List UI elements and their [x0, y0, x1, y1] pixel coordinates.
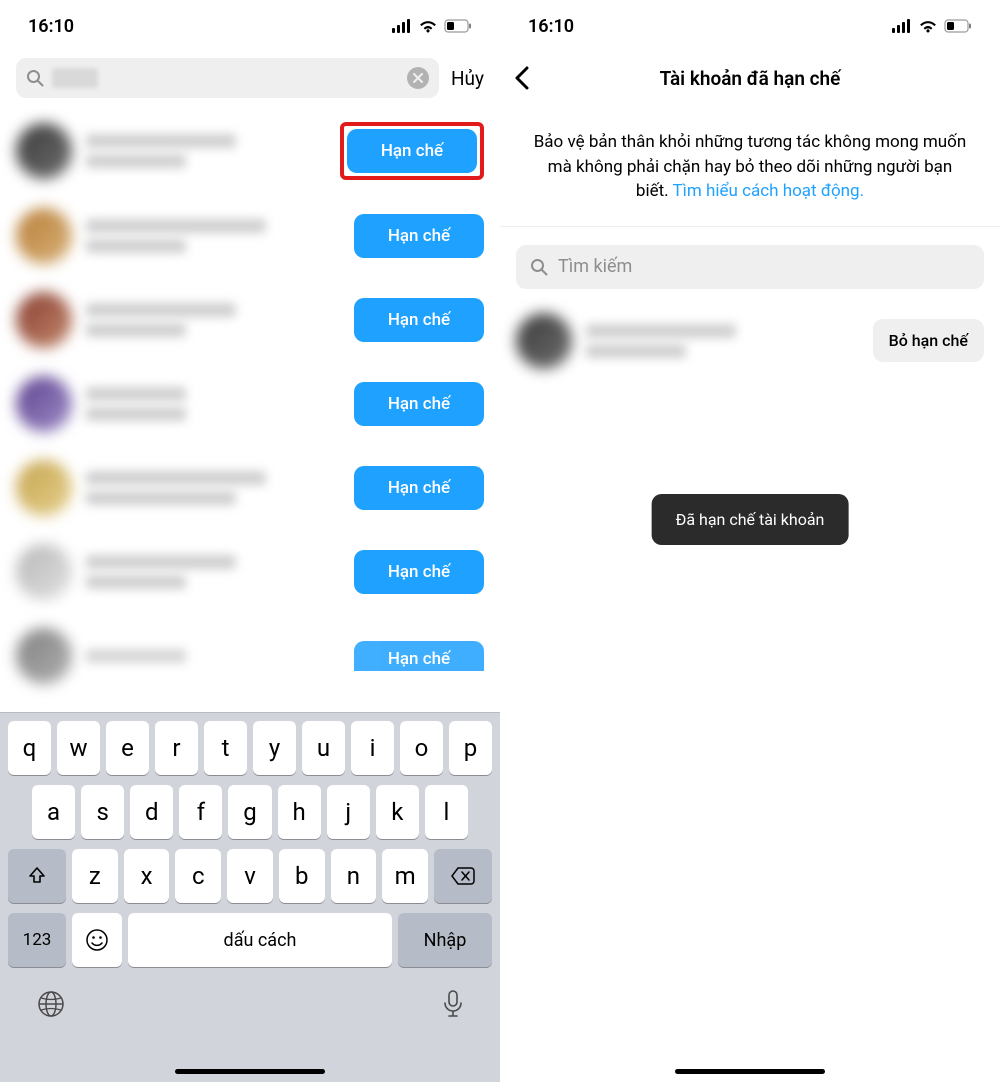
avatar	[16, 544, 72, 600]
search-value-blurred	[52, 68, 98, 88]
page-title: Tài khoản đã hạn chế	[516, 67, 984, 90]
key-g[interactable]: g	[228, 785, 271, 839]
home-indicator[interactable]	[675, 1069, 825, 1074]
phone-left-screen: 16:10 Hủy	[0, 0, 500, 1082]
user-list: Hạn chế Hạn chế Hạn chế Hạn chế Hạn chế …	[0, 108, 500, 698]
key-enter[interactable]: Nhập	[398, 913, 492, 967]
status-bar: 16:10	[500, 0, 1000, 52]
key-backspace[interactable]	[434, 849, 492, 903]
search-input[interactable]	[16, 58, 439, 98]
avatar	[16, 376, 72, 432]
restrict-button[interactable]: Hạn chế	[354, 298, 484, 342]
restrict-button[interactable]: Hạn chế	[354, 466, 484, 510]
highlight-annotation: Hạn chế	[340, 122, 484, 180]
keyboard-row-1: q w e r t y u i o p	[4, 721, 496, 775]
clear-icon[interactable]	[407, 67, 429, 89]
key-f[interactable]: f	[179, 785, 222, 839]
avatar	[16, 123, 72, 179]
key-shift[interactable]	[8, 849, 66, 903]
user-row: Hạn chế	[0, 194, 500, 278]
key-p[interactable]: p	[449, 721, 492, 775]
key-s[interactable]: s	[81, 785, 124, 839]
user-row: Hạn chế	[0, 108, 500, 194]
key-r[interactable]: r	[155, 721, 198, 775]
user-row: Hạn chế	[0, 614, 500, 698]
key-o[interactable]: o	[400, 721, 443, 775]
back-icon[interactable]	[514, 66, 530, 90]
user-row: Hạn chế	[0, 530, 500, 614]
key-y[interactable]: y	[253, 721, 296, 775]
learn-more-link[interactable]: Tìm hiểu cách hoạt động.	[673, 181, 865, 201]
keyboard-bottom	[4, 977, 496, 1019]
restrict-button[interactable]: Hạn chế	[347, 129, 477, 173]
restricted-user-row: Bỏ hạn chế	[500, 297, 1000, 385]
battery-icon	[444, 19, 472, 33]
avatar	[16, 208, 72, 264]
nav-header: Tài khoản đã hạn chế	[500, 52, 1000, 104]
restrict-button[interactable]: Hạn chế	[354, 641, 484, 671]
signal-icon	[892, 19, 912, 33]
restrict-button[interactable]: Hạn chế	[354, 382, 484, 426]
key-h[interactable]: h	[278, 785, 321, 839]
key-emoji[interactable]	[72, 913, 122, 967]
globe-icon[interactable]	[36, 989, 66, 1019]
search-placeholder: Tìm kiếm	[558, 256, 632, 277]
key-l[interactable]: l	[425, 785, 468, 839]
search-icon	[530, 258, 548, 276]
avatar	[16, 628, 72, 684]
avatar	[16, 460, 72, 516]
keyboard-row-3: z x c v b n m	[4, 849, 496, 903]
restrict-button[interactable]: Hạn chế	[354, 550, 484, 594]
key-q[interactable]: q	[8, 721, 51, 775]
toast: Đã hạn chế tài khoản	[652, 494, 849, 545]
key-b[interactable]: b	[279, 849, 325, 903]
cancel-button[interactable]: Hủy	[451, 67, 484, 90]
status-time: 16:10	[28, 16, 74, 37]
user-row: Hạn chế	[0, 278, 500, 362]
keyboard-row-2: a s d f g h j k l	[4, 785, 496, 839]
key-k[interactable]: k	[376, 785, 419, 839]
wifi-icon	[418, 19, 438, 33]
key-u[interactable]: u	[302, 721, 345, 775]
signal-icon	[392, 19, 412, 33]
search-input[interactable]: Tìm kiếm	[516, 245, 984, 289]
key-w[interactable]: w	[57, 721, 100, 775]
restrict-button[interactable]: Hạn chế	[354, 214, 484, 258]
user-row: Hạn chế	[0, 446, 500, 530]
battery-icon	[944, 19, 972, 33]
status-time: 16:10	[528, 16, 574, 37]
key-c[interactable]: c	[175, 849, 221, 903]
key-e[interactable]: e	[106, 721, 149, 775]
key-j[interactable]: j	[327, 785, 370, 839]
key-v[interactable]: v	[227, 849, 273, 903]
status-right	[892, 19, 972, 33]
key-t[interactable]: t	[204, 721, 247, 775]
user-row: Hạn chế	[0, 362, 500, 446]
key-n[interactable]: n	[331, 849, 377, 903]
key-numbers[interactable]: 123	[8, 913, 66, 967]
phone-right-screen: 16:10 Tài khoản đã hạn chế Bảo vệ bản th…	[500, 0, 1000, 1082]
key-x[interactable]: x	[124, 849, 170, 903]
keyboard-row-4: 123 dấu cách Nhập	[4, 913, 496, 967]
search-icon	[26, 69, 44, 87]
mic-icon[interactable]	[442, 989, 464, 1019]
status-right	[392, 19, 472, 33]
key-m[interactable]: m	[382, 849, 428, 903]
info-text: Bảo vệ bản thân khỏi những tương tác khô…	[500, 104, 1000, 227]
key-space[interactable]: dấu cách	[128, 913, 392, 967]
unrestrict-button[interactable]: Bỏ hạn chế	[873, 319, 984, 362]
wifi-icon	[918, 19, 938, 33]
search-header: Hủy	[0, 52, 500, 108]
key-a[interactable]: a	[32, 785, 75, 839]
keyboard: q w e r t y u i o p a s d f g h j k l z	[0, 712, 500, 1082]
key-i[interactable]: i	[351, 721, 394, 775]
key-d[interactable]: d	[130, 785, 173, 839]
key-z[interactable]: z	[72, 849, 118, 903]
home-indicator[interactable]	[175, 1069, 325, 1074]
status-bar: 16:10	[0, 0, 500, 52]
avatar	[16, 292, 72, 348]
avatar	[516, 313, 572, 369]
